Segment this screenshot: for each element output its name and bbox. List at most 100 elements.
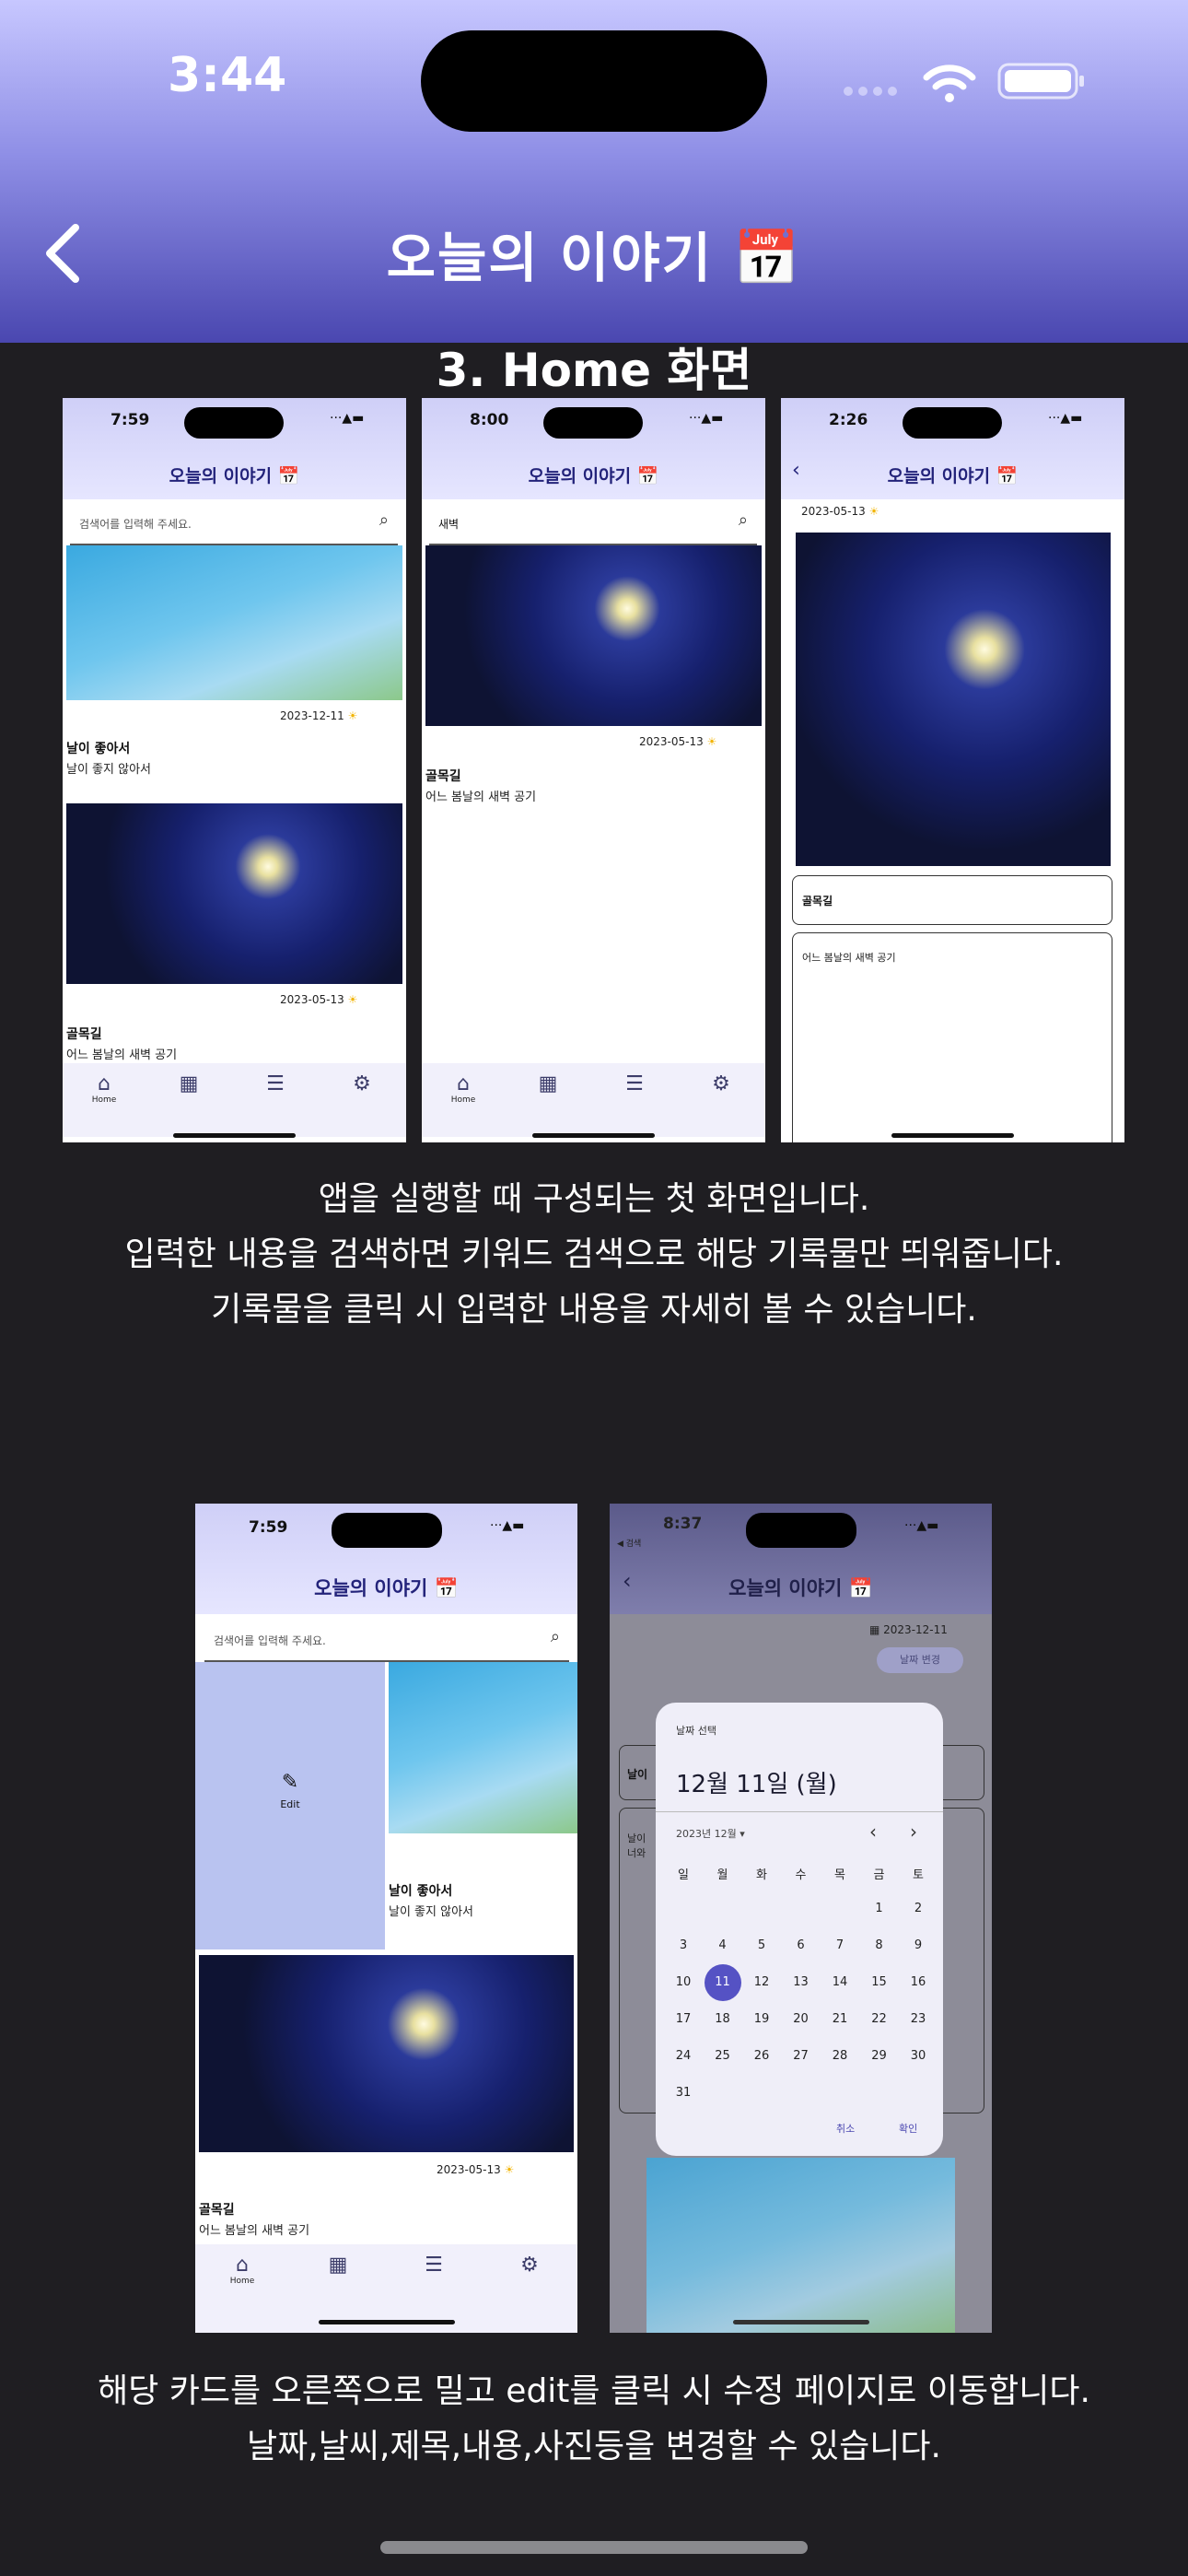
cancel-button[interactable]: 취소 bbox=[836, 2121, 855, 2136]
card-body: 어느 봄날의 새벽 공기 bbox=[425, 790, 537, 804]
calendar-day[interactable]: 14 bbox=[821, 1975, 858, 1989]
shot-time: 7:59 bbox=[111, 411, 150, 429]
gear-icon[interactable]: ⚙ bbox=[507, 2254, 553, 2277]
list-icon[interactable]: ☰ bbox=[411, 2254, 457, 2277]
shot-status-icons: ···▲▬ bbox=[330, 411, 365, 426]
shot-title: 오늘의 이야기 📅 bbox=[314, 1577, 459, 1599]
calendar-day[interactable]: 4 bbox=[705, 1938, 741, 1952]
card-photo-sky[interactable] bbox=[66, 545, 402, 700]
calendar-day[interactable]: 23 bbox=[900, 2012, 937, 2026]
list-icon[interactable]: ☰ bbox=[611, 1072, 658, 1095]
card-title: 날이 좋아서 bbox=[389, 1884, 453, 1899]
calendar-day[interactable]: 13 bbox=[783, 1975, 820, 1989]
search-icon: ⌕ bbox=[379, 510, 389, 530]
calendar-icon[interactable]: ▦ bbox=[525, 1072, 571, 1095]
picker-selected-date: 12월 11일 (월) bbox=[676, 1771, 837, 1798]
shot-title: 오늘의 이야기 📅 bbox=[169, 466, 300, 486]
card-title: 골목길 bbox=[66, 1027, 102, 1042]
weekday-label: 금 bbox=[873, 1868, 885, 1882]
month-selector[interactable]: 2023년 12월 ▾ bbox=[676, 1826, 745, 1841]
screenshot-detail: 2:26 ···▲▬ ‹ 오늘의 이야기 📅 2023-05-13 ☀ 골목길 … bbox=[781, 398, 1124, 1142]
calendar-day[interactable]: 19 bbox=[743, 2012, 780, 2026]
card-photo-alley[interactable] bbox=[199, 1955, 574, 2152]
screenshot-home: 7:59 ···▲▬ 오늘의 이야기 📅 검색어를 입력해 주세요. ⌕ 2023… bbox=[63, 398, 406, 1142]
bottom-nav: ⌂ Home ▦ ☰ ⚙ bbox=[422, 1063, 765, 1137]
search-input[interactable]: 새벽 ⌕ bbox=[429, 499, 757, 545]
back-to-app[interactable]: ◀ 검색 bbox=[617, 1537, 641, 1549]
weekday-label: 목 bbox=[834, 1868, 845, 1882]
calendar-icon[interactable]: ▦ bbox=[315, 2254, 361, 2277]
shot-time: 7:59 bbox=[249, 1518, 288, 1537]
card-photo-alley[interactable] bbox=[425, 545, 762, 726]
calendar-day[interactable]: 28 bbox=[821, 2049, 858, 2063]
wifi-icon bbox=[923, 64, 976, 102]
screenshot-date-picker: 8:37 ◀ 검색 ···▲▬ ‹ 오늘의 이야기 📅 ▦ 2023-12-11… bbox=[610, 1504, 992, 2333]
calendar-day[interactable]: 1 bbox=[861, 1902, 898, 1915]
calendar-day[interactable]: 2 bbox=[900, 1902, 937, 1915]
weekday-label: 화 bbox=[756, 1868, 767, 1882]
detail-photo bbox=[796, 533, 1111, 866]
detail-date: ▦ 2023-12-11 bbox=[869, 1623, 948, 1636]
sun-icon: ☀ bbox=[504, 2163, 515, 2176]
pencil-icon: ✎ bbox=[281, 1771, 299, 1794]
home-indicator bbox=[380, 2541, 808, 2554]
description-line: 입력한 내용을 검색하면 키워드 검색으로 해당 기록물만 띄워줍니다. bbox=[124, 1235, 1064, 1273]
calendar-grid[interactable]: 일 월 화 수 목 금 토 1 2 3 4 5 6 7 8 9 10 11 12 13 14 15 16 17 18 19 20 21… bbox=[665, 1865, 934, 2104]
calendar-day[interactable]: 11 bbox=[704, 1964, 741, 2001]
description-line: 기록물을 클릭 시 입력한 내용을 자세히 볼 수 있습니다. bbox=[211, 1291, 977, 1329]
next-month-icon[interactable]: › bbox=[910, 1821, 917, 1843]
search-input[interactable]: 검색어를 입력해 주세요. ⌕ bbox=[70, 499, 398, 545]
nav-home[interactable]: ⌂ Home bbox=[219, 2254, 265, 2286]
calendar-day[interactable]: 8 bbox=[861, 1938, 898, 1952]
gear-icon[interactable]: ⚙ bbox=[339, 1072, 385, 1095]
calendar-day[interactable]: 22 bbox=[861, 2012, 898, 2026]
calendar-day[interactable]: 6 bbox=[783, 1938, 820, 1952]
calendar-day[interactable]: 17 bbox=[665, 2012, 702, 2026]
calendar-day[interactable]: 10 bbox=[665, 1975, 702, 1989]
nav-home[interactable]: ⌂ Home bbox=[81, 1072, 127, 1105]
list-icon[interactable]: ☰ bbox=[252, 1072, 298, 1095]
calendar-day[interactable]: 27 bbox=[783, 2049, 820, 2063]
screenshot-swipe-edit: 7:59 ···▲▬ 오늘의 이야기 📅 검색어를 입력해 주세요. ⌕ ✎ Ed… bbox=[195, 1504, 577, 2333]
search-icon: ⌕ bbox=[738, 510, 748, 530]
calendar-day[interactable]: 26 bbox=[743, 2049, 780, 2063]
sun-icon: ☀ bbox=[347, 709, 358, 722]
calendar-day[interactable]: 20 bbox=[783, 2012, 820, 2026]
gear-icon[interactable]: ⚙ bbox=[698, 1072, 744, 1095]
card-body: 날이 좋지 않아서 bbox=[66, 763, 151, 777]
sun-icon: ☀ bbox=[868, 505, 879, 518]
status-time: 3:44 bbox=[168, 48, 287, 103]
shot-title: 오늘의 이야기 📅 bbox=[728, 1577, 873, 1599]
cellular-signal-icon bbox=[844, 87, 897, 96]
detail-title-field[interactable]: 골목길 bbox=[792, 875, 1112, 925]
battery-icon bbox=[997, 63, 1084, 100]
shot-time: 8:37 bbox=[663, 1515, 703, 1533]
sun-icon: ☀ bbox=[706, 735, 717, 748]
description-line: 해당 카드를 오른쪽으로 밀고 edit를 클릭 시 수정 페이지로 이동합니다… bbox=[98, 2372, 1090, 2410]
calendar-day[interactable]: 30 bbox=[900, 2049, 937, 2063]
card-photo-sky[interactable] bbox=[389, 1662, 577, 1833]
calendar-day[interactable]: 31 bbox=[665, 2086, 702, 2100]
prev-month-icon[interactable]: ‹ bbox=[869, 1821, 877, 1843]
weekday-label: 일 bbox=[678, 1868, 689, 1882]
calendar-day[interactable]: 25 bbox=[705, 2049, 741, 2063]
calendar-day[interactable]: 21 bbox=[821, 2012, 858, 2026]
card-photo-alley[interactable] bbox=[66, 803, 402, 984]
calendar-day[interactable]: 15 bbox=[861, 1975, 898, 1989]
search-input[interactable]: 검색어를 입력해 주세요. ⌕ bbox=[204, 1616, 569, 1662]
calendar-day[interactable]: 29 bbox=[861, 2049, 898, 2063]
calendar-day[interactable]: 24 bbox=[665, 2049, 702, 2063]
confirm-button[interactable]: 확인 bbox=[899, 2121, 917, 2136]
calendar-day[interactable]: 7 bbox=[821, 1938, 858, 1952]
calendar-day[interactable]: 18 bbox=[705, 2012, 741, 2026]
calendar-day[interactable]: 3 bbox=[665, 1938, 702, 1952]
date-change-button[interactable]: 날짜 변경 bbox=[877, 1647, 963, 1673]
detail-body-field[interactable]: 어느 봄날의 새벽 공기 bbox=[792, 932, 1112, 1142]
calendar-day[interactable]: 5 bbox=[743, 1938, 780, 1952]
calendar-day[interactable]: 9 bbox=[900, 1938, 937, 1952]
edit-swipe-action[interactable]: ✎ Edit bbox=[195, 1662, 385, 1950]
calendar-icon[interactable]: ▦ bbox=[166, 1072, 212, 1095]
calendar-day[interactable]: 12 bbox=[743, 1975, 780, 1989]
nav-home[interactable]: ⌂ Home bbox=[440, 1072, 486, 1105]
calendar-day[interactable]: 16 bbox=[900, 1975, 937, 1989]
